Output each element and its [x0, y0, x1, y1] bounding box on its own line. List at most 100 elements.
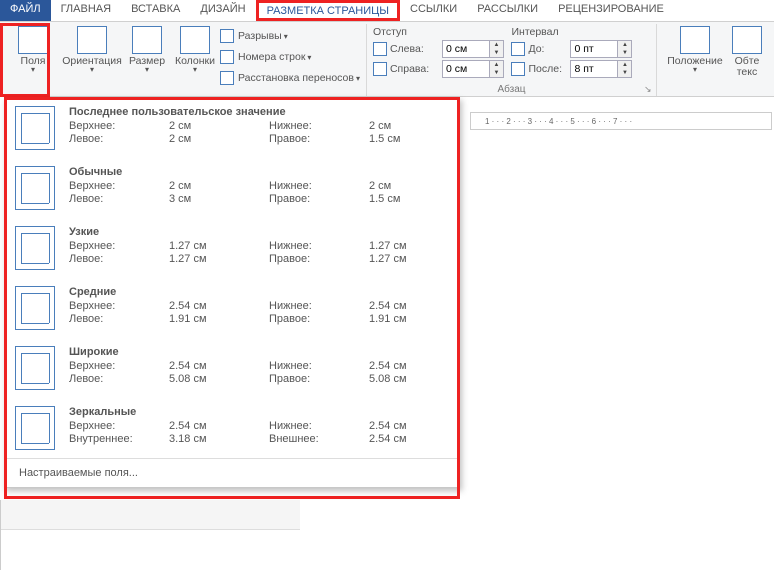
top-label: Верхнее: — [69, 180, 169, 192]
right-label: Правое: — [269, 313, 369, 325]
tab-insert[interactable]: ВСТАВКА — [121, 0, 190, 21]
hyphenation-icon — [220, 71, 234, 85]
wrap-text-button[interactable]: Обте текс — [727, 24, 767, 96]
left-value: 1.91 см — [169, 313, 269, 325]
spacing-after-label: После: — [528, 63, 570, 75]
margins-option-0[interactable]: Последнее пользовательское значение Верхн… — [5, 98, 459, 158]
wrap-text-icon — [732, 26, 762, 54]
bottom-label: Нижнее: — [269, 420, 369, 432]
spacing-header: Интервал — [511, 24, 650, 39]
breaks-icon — [220, 29, 234, 43]
margins-option-title: Средние — [69, 286, 449, 298]
spacing-after-input[interactable] — [570, 60, 618, 78]
ribbon-tabs: ФАЙЛ ГЛАВНАЯ ВСТАВКА ДИЗАЙН РАЗМЕТКА СТР… — [0, 0, 774, 22]
orientation-icon — [77, 26, 107, 54]
bottom-label: Нижнее: — [269, 180, 369, 192]
hyphenation-button[interactable]: Расстановка переносов▾ — [220, 68, 360, 88]
bottom-value: 2.54 см — [369, 300, 449, 312]
spacing-before-spinner[interactable]: ▲▼ — [618, 40, 632, 58]
line-numbers-button[interactable]: Номера строк▾ — [220, 47, 360, 67]
left-label: Левое: — [69, 193, 169, 205]
tab-layout[interactable]: РАЗМЕТКА СТРАНИЦЫ — [267, 3, 389, 17]
ribbon: Поля Ориентация Размер Колонки Разрывы▾ … — [0, 22, 774, 97]
bottom-label: Нижнее: — [269, 360, 369, 372]
margins-option-2[interactable]: УзкиеВерхнее:1.27 смНижнее:1.27 смЛевое:… — [5, 218, 459, 278]
left-label: Левое: — [69, 313, 169, 325]
right-label: Правое: — [269, 193, 369, 205]
left-value: 3.18 см — [169, 433, 269, 445]
size-icon — [132, 26, 162, 54]
right-label: Правое: — [269, 133, 369, 145]
line-numbers-icon — [220, 50, 234, 64]
indent-header: Отступ — [373, 24, 512, 39]
margins-label: Поля — [21, 56, 46, 67]
margins-option-5[interactable]: ЗеркальныеВерхнее:2.54 смНижнее:2.54 смВ… — [5, 398, 459, 458]
columns-button[interactable]: Колонки — [170, 24, 220, 96]
bottom-label: Нижнее: — [269, 240, 369, 252]
top-label: Верхнее: — [69, 120, 169, 132]
right-label: Правое: — [269, 373, 369, 385]
paragraph-group-label: Абзац — [367, 84, 656, 95]
top-value: 1.27 см — [169, 240, 269, 252]
margins-option-title: Узкие — [69, 226, 449, 238]
margins-option-icon — [15, 346, 55, 390]
tab-mailings[interactable]: РАССЫЛКИ — [467, 0, 548, 21]
tab-design[interactable]: ДИЗАЙН — [190, 0, 255, 21]
left-label: Левое: — [69, 133, 169, 145]
right-value: 5.08 см — [369, 373, 449, 385]
top-value: 2.54 см — [169, 360, 269, 372]
left-value: 1.27 см — [169, 253, 269, 265]
tab-home[interactable]: ГЛАВНАЯ — [51, 0, 121, 21]
top-label: Верхнее: — [69, 300, 169, 312]
paragraph-launcher-icon[interactable]: ↘ — [644, 84, 654, 94]
left-label: Внутреннее: — [69, 433, 169, 445]
tab-review[interactable]: РЕЦЕНЗИРОВАНИЕ — [548, 0, 674, 21]
spacing-before-label: До: — [528, 43, 570, 55]
margins-option-icon — [15, 286, 55, 330]
top-value: 2.54 см — [169, 420, 269, 432]
right-value: 1.91 см — [369, 313, 449, 325]
margins-option-1[interactable]: ОбычныеВерхнее:2 смНижнее:2 смЛевое:3 см… — [5, 158, 459, 218]
indent-right-spinner[interactable]: ▲▼ — [490, 60, 504, 78]
right-value: 1.27 см — [369, 253, 449, 265]
margins-option-3[interactable]: СредниеВерхнее:2.54 смНижнее:2.54 смЛево… — [5, 278, 459, 338]
indent-left-icon — [373, 42, 387, 56]
margins-option-title: Широкие — [69, 346, 449, 358]
top-label: Верхнее: — [69, 420, 169, 432]
indent-left-label: Слева: — [390, 43, 442, 55]
tab-layout-highlight: РАЗМЕТКА СТРАНИЦЫ — [256, 0, 400, 21]
margins-option-4[interactable]: ШирокиеВерхнее:2.54 смНижнее:2.54 смЛево… — [5, 338, 459, 398]
right-label: Внешнее: — [269, 433, 369, 445]
top-label: Верхнее: — [69, 360, 169, 372]
indent-right-input[interactable] — [442, 60, 490, 78]
margins-option-icon — [15, 166, 55, 210]
margins-option-title: Зеркальные — [69, 406, 449, 418]
top-value: 2 см — [169, 120, 269, 132]
indent-right-label: Справа: — [390, 63, 442, 75]
right-label: Правое: — [269, 253, 369, 265]
spacing-after-spinner[interactable]: ▲▼ — [618, 60, 632, 78]
document-area — [0, 500, 300, 570]
orientation-button[interactable]: Ориентация — [60, 24, 124, 96]
custom-margins-item[interactable]: Настраиваемые поля... — [5, 458, 459, 487]
left-label: Левое: — [69, 373, 169, 385]
margins-option-title: Последнее пользовательское значение — [69, 106, 449, 118]
tab-references[interactable]: ССЫЛКИ — [400, 0, 467, 21]
right-value: 1.5 см — [369, 193, 449, 205]
tab-file[interactable]: ФАЙЛ — [0, 0, 51, 21]
columns-icon — [180, 26, 210, 54]
left-value: 2 см — [169, 133, 269, 145]
indent-left-spinner[interactable]: ▲▼ — [490, 40, 504, 58]
left-label: Левое: — [69, 253, 169, 265]
size-button[interactable]: Размер — [124, 24, 170, 96]
bottom-label: Нижнее: — [269, 120, 369, 132]
indent-left-input[interactable] — [442, 40, 490, 58]
horizontal-ruler[interactable]: 1 · · · 2 · · · 3 · · · 4 · · · 5 · · · … — [470, 112, 772, 130]
position-button[interactable]: Положение — [663, 24, 727, 96]
margins-button[interactable]: Поля — [6, 24, 60, 96]
spacing-before-input[interactable] — [570, 40, 618, 58]
breaks-button[interactable]: Разрывы▾ — [220, 26, 360, 46]
margins-option-icon — [15, 406, 55, 450]
left-value: 3 см — [169, 193, 269, 205]
margins-option-icon — [15, 226, 55, 270]
